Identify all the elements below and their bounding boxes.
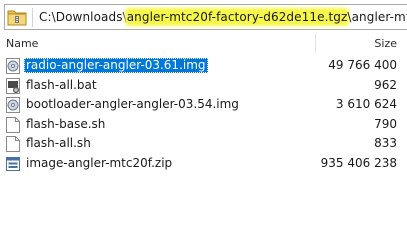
- path-prefix: C:\Downloads\: [39, 10, 127, 24]
- file-name: bootloader-angler-angler-03.54.img: [26, 97, 239, 111]
- file-row[interactable]: flash-all.bat 962: [0, 76, 407, 96]
- disk-image-icon: [6, 97, 20, 113]
- file-row[interactable]: bootloader-angler-angler-03.54.img 3 610…: [0, 95, 407, 115]
- file-row[interactable]: radio-angler-angler-03.61.img 49 766 400: [0, 56, 407, 76]
- disk-image-icon: [6, 58, 20, 74]
- file-row[interactable]: flash-base.sh 790: [0, 115, 407, 135]
- text-file-icon: [6, 136, 20, 152]
- column-header: Name Size: [0, 30, 407, 56]
- file-name: flash-all.sh: [26, 136, 91, 150]
- file-row[interactable]: flash-all.sh 833: [0, 134, 407, 154]
- file-size: 935 406 238: [320, 155, 397, 170]
- file-size: 3 610 624: [335, 97, 397, 111]
- address-bar[interactable]: C:\Downloads\angler-mtc20f-factory-d62de…: [4, 4, 407, 30]
- zip-archive-icon: [6, 156, 20, 171]
- file-name: flash-base.sh: [26, 116, 106, 131]
- file-size: 833: [374, 136, 397, 150]
- batch-file-icon: [6, 77, 20, 94]
- path-suffix: \angler-mtc20f: [347, 10, 407, 24]
- file-size: 790: [374, 116, 397, 131]
- file-row[interactable]: image-angler-mtc20f.zip 935 406 238: [0, 154, 407, 174]
- column-header-name[interactable]: Name: [6, 37, 38, 50]
- file-name: flash-all.bat: [26, 77, 97, 92]
- file-list: radio-angler-angler-03.61.img 49 766 400…: [0, 56, 407, 173]
- address-path[interactable]: C:\Downloads\angler-mtc20f-factory-d62de…: [39, 10, 407, 24]
- file-name: radio-angler-angler-03.61.img: [24, 58, 208, 73]
- path-highlighted-segment: angler-mtc20f-factory-d62de11e.tgz: [126, 10, 348, 24]
- archive-browser-window: C:\Downloads\angler-mtc20f-factory-d62de…: [0, 0, 407, 200]
- file-name: image-angler-mtc20f.zip: [26, 155, 173, 170]
- address-bar-separator: [32, 8, 33, 27]
- file-size: 962: [374, 77, 397, 92]
- folder-archive-icon: [7, 10, 27, 26]
- column-divider[interactable]: [315, 34, 316, 53]
- file-size: 49 766 400: [328, 58, 397, 72]
- text-file-icon: [6, 116, 20, 133]
- column-header-size[interactable]: Size: [374, 37, 397, 50]
